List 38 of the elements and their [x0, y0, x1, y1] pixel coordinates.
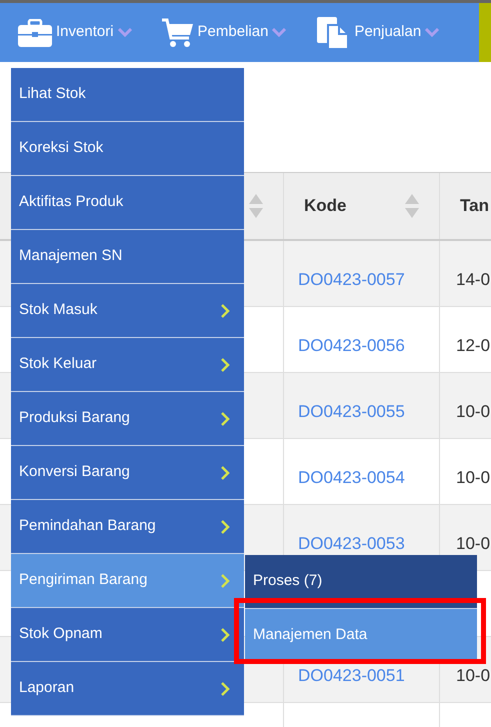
date-cell: 12-0	[456, 336, 490, 356]
code-link[interactable]: DO0423-0055	[298, 402, 405, 422]
dropdown-item[interactable]: Aktifitas Produk	[11, 176, 244, 230]
date-cell: 14-0	[456, 270, 490, 290]
caret-icon	[118, 28, 132, 37]
submenu-item[interactable]: Proses (7)	[245, 555, 477, 609]
column-header[interactable]: Tan	[460, 193, 489, 219]
dropdown-item[interactable]: Konversi Barang	[11, 446, 244, 500]
date-cell: 10-0	[456, 402, 490, 422]
date-cell: 10-0	[456, 666, 490, 686]
dropdown-item[interactable]: Manajemen SN	[11, 230, 244, 284]
date-cell: 10-0	[456, 468, 490, 488]
menu-item[interactable]: Inventori	[18, 18, 132, 46]
sort-icon[interactable]	[405, 194, 419, 218]
column-header[interactable]: Kode	[304, 193, 346, 219]
briefcase-icon	[18, 18, 52, 46]
dropdown-item[interactable]: Stok Masuk	[11, 284, 244, 338]
menu-item[interactable]: Penjualan	[316, 16, 440, 50]
dropdown-item[interactable]: Stok Opnam	[11, 608, 244, 662]
code-link[interactable]: DO0423-0056	[298, 336, 405, 356]
dropdown-item[interactable]: Pemindahan Barang	[11, 500, 244, 554]
code-link[interactable]: DO0423-0051	[298, 666, 405, 686]
dropdown-item[interactable]: Lihat Stok	[11, 68, 244, 122]
date-cell: 10-0	[456, 534, 490, 554]
menu-item[interactable]: Pembelian	[162, 18, 286, 48]
dropdown-item[interactable]: Pengiriman Barang	[11, 554, 244, 608]
dropdown-item[interactable]: Stok Keluar	[11, 338, 244, 392]
caret-icon	[425, 28, 440, 37]
code-link[interactable]: DO0423-0057	[298, 270, 405, 290]
dropdown-item[interactable]: Laporan	[11, 662, 244, 716]
code-link[interactable]: DO0423-0054	[298, 468, 405, 488]
dropdown-item[interactable]: Produksi Barang	[11, 392, 244, 446]
sort-icon[interactable]	[249, 194, 263, 218]
cart-icon	[162, 18, 194, 48]
code-link[interactable]: DO0423-0053	[298, 534, 405, 554]
menu-block[interactable]	[479, 3, 491, 62]
caret-icon	[272, 28, 286, 37]
dropdown-item[interactable]: Koreksi Stok	[11, 122, 244, 176]
